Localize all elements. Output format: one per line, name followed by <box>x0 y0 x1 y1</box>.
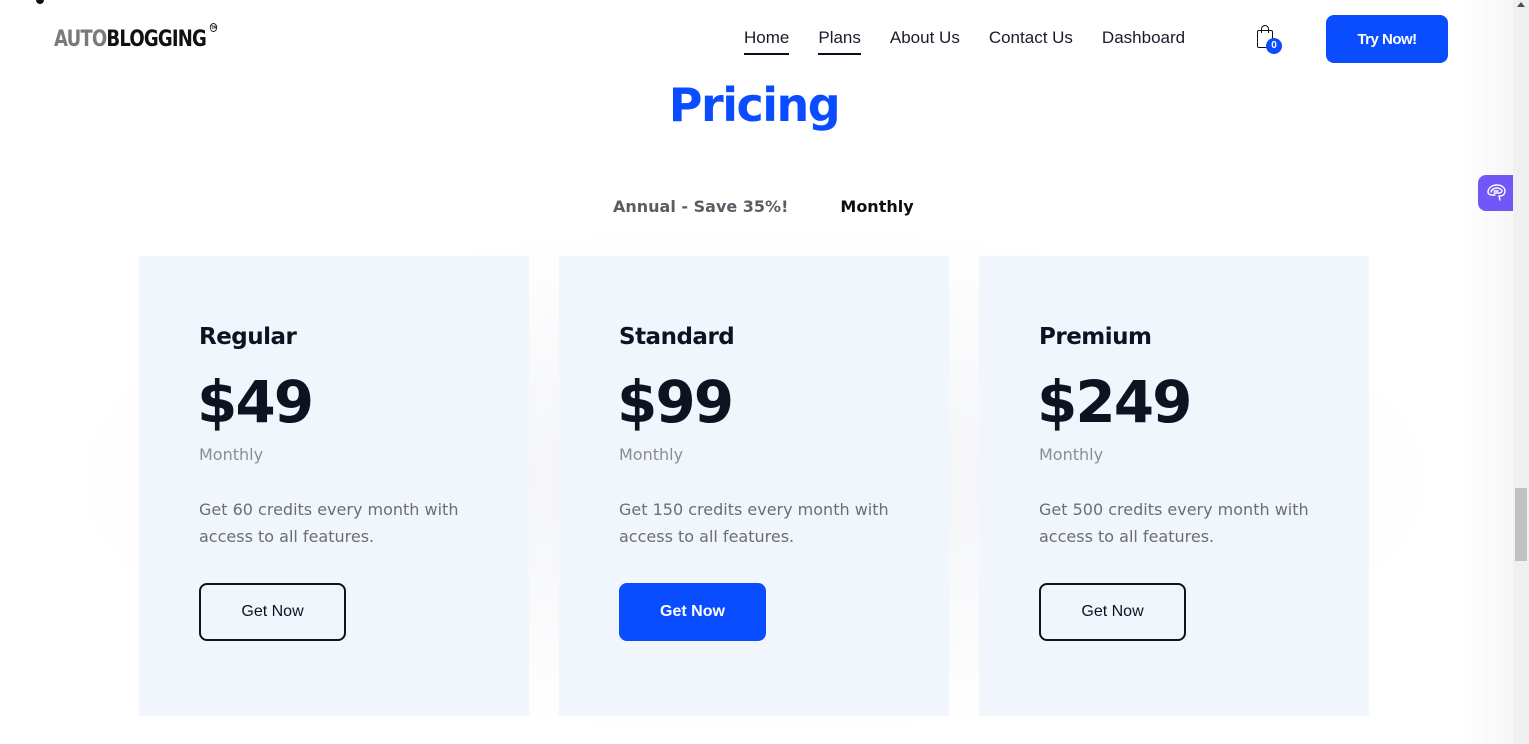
plan-period: Monthly <box>1039 445 1104 464</box>
ai-assistant-button[interactable] <box>1478 175 1513 211</box>
cart-count-badge: 0 <box>1266 38 1282 54</box>
nav-dashboard[interactable]: Dashboard <box>1102 28 1185 54</box>
billing-toggle: Annual - Save 35%! Monthly <box>613 197 914 216</box>
billing-option-monthly[interactable]: Monthly <box>840 197 913 216</box>
plan-name: Premium <box>1039 324 1152 350</box>
plan-description: Get 150 credits every month with access … <box>619 500 889 546</box>
nav-plans[interactable]: Plans <box>818 28 861 55</box>
page-scrollbar[interactable] <box>1513 0 1529 744</box>
site-logo[interactable]: AUTOBLOGGING TM <box>54 23 218 54</box>
get-now-button-premium[interactable]: Get Now <box>1039 583 1186 641</box>
main-nav: Home Plans About Us Contact Us Dashboard <box>744 28 1185 55</box>
plan-name: Standard <box>619 324 735 350</box>
plan-price: $249 <box>1037 368 1192 436</box>
try-now-button[interactable]: Try Now! <box>1326 15 1448 63</box>
plan-name: Regular <box>199 324 297 350</box>
plan-card-standard: Standard $99 Monthly Get 150 credits eve… <box>559 256 949 716</box>
trademark-icon: TM <box>210 23 218 32</box>
plan-period: Monthly <box>619 445 684 464</box>
scroll-up-arrow-icon[interactable] <box>1517 2 1525 7</box>
plan-period: Monthly <box>199 445 264 464</box>
brain-icon <box>1486 184 1506 201</box>
plan-card-premium: Premium $249 Monthly Get 500 credits eve… <box>979 256 1369 716</box>
nav-about-us[interactable]: About Us <box>890 28 960 54</box>
logo-part-blogging: BLOGGING <box>106 27 207 52</box>
nav-home[interactable]: Home <box>744 28 790 55</box>
page-title: Pricing <box>668 78 841 132</box>
page-edge-dot <box>36 0 44 4</box>
plan-price: $99 <box>617 368 734 436</box>
billing-option-annual[interactable]: Annual - Save 35%! <box>613 197 788 216</box>
plan-description: Get 500 credits every month with access … <box>1039 500 1309 546</box>
get-now-button-standard[interactable]: Get Now <box>619 583 766 641</box>
cart-button[interactable]: 0 <box>1256 24 1282 54</box>
plan-description: Get 60 credits every month with access t… <box>199 500 459 546</box>
plan-card-regular: Regular $49 Monthly Get 60 credits every… <box>139 256 529 716</box>
get-now-button-regular[interactable]: Get Now <box>199 583 346 641</box>
plan-price: $49 <box>197 368 314 436</box>
logo-part-auto: AUTO <box>54 27 107 52</box>
nav-contact-us[interactable]: Contact Us <box>989 28 1073 54</box>
scrollbar-thumb[interactable] <box>1515 488 1527 561</box>
